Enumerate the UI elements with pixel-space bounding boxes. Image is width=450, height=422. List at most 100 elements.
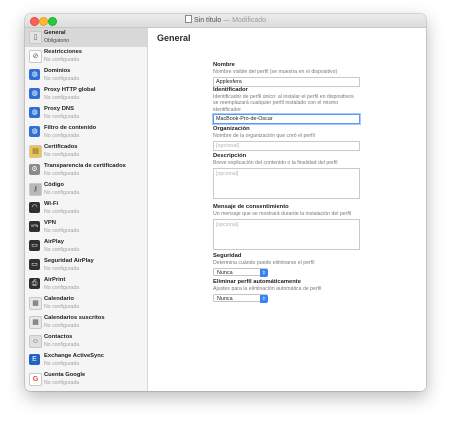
- auto-remove-label: Eliminar perfil automáticamente: [213, 279, 301, 285]
- title-separator: —: [223, 17, 231, 24]
- chevron-up-down-icon: ⇕: [259, 294, 268, 303]
- organization-label: Organización: [213, 126, 250, 132]
- sidebar-item-dominios[interactable]: ◍ Dominios No configurada: [25, 66, 147, 85]
- gear-icon: ⚙: [29, 164, 40, 175]
- wifi-icon: ◠: [29, 202, 40, 213]
- sidebar-item-status: No configurada: [44, 341, 80, 348]
- identifier-label: Identificador: [213, 87, 248, 93]
- name-description: Nombre visible del perfil (se muestra en…: [213, 69, 338, 75]
- sidebar-item-label: AirPrint: [44, 277, 66, 283]
- sidebar-item-label: General: [44, 30, 66, 36]
- vpn-icon: VPN: [29, 221, 40, 232]
- consent-field-group: Mensaje de consentimiento Un mensaje que…: [213, 204, 360, 250]
- description-textarea[interactable]: [opcional]: [213, 167, 360, 199]
- sidebar-item-proxy-dns[interactable]: ◍ Proxy DNS No configurada: [25, 104, 147, 123]
- sidebar-item-label: Cuenta Google: [44, 372, 86, 378]
- auto-remove-select-value: Nunca: [217, 296, 233, 303]
- printer-icon: ⎙: [29, 278, 40, 289]
- name-label: Nombre: [213, 62, 235, 68]
- key-icon: ⚷: [29, 183, 42, 196]
- calendar-icon: ▦: [29, 297, 42, 310]
- content-filter-globe-icon: ◍: [29, 126, 40, 137]
- sidebar-item-status: No configurada: [44, 56, 80, 63]
- sidebar-item-transparencia-de-certificados[interactable]: ⚙ Transparencia de certificados No configu…: [25, 161, 147, 180]
- sidebar-item-wi-fi[interactable]: ◠ Wi-Fi No configurada: [25, 199, 147, 218]
- window-title: Sin título — Modificado: [25, 15, 426, 26]
- sidebar-item-label: Wi-Fi: [44, 201, 59, 207]
- organization-field-group: Organización Nombre de la organización q…: [213, 126, 360, 151]
- sidebar-item-airprint[interactable]: ⎙ AirPrint No configurada: [25, 275, 147, 294]
- contacts-icon: ☺: [29, 335, 42, 348]
- sidebar-item-status: No configurada: [44, 94, 80, 101]
- sidebar-item-restricciones[interactable]: ⊘ Restricciones No configurada: [25, 47, 147, 66]
- security-select-value: Nunca: [217, 270, 233, 277]
- sidebar-item-label: Calendario: [44, 296, 74, 302]
- name-input[interactable]: Applesfera: [213, 76, 360, 87]
- sidebar-item-calendario[interactable]: ▦ Calendario No configurada: [25, 294, 147, 313]
- profile-window: Sin título — Modificado ▯ General Obligato…: [25, 14, 426, 391]
- sidebar-item-vpn[interactable]: VPN VPN No configurada: [25, 218, 147, 237]
- sidebar-item-status: No configurada: [44, 170, 80, 177]
- exchange-icon: E: [29, 354, 40, 365]
- sidebar-item-status: No configurada: [44, 227, 80, 234]
- security-field-group: Seguridad Determina cuándo puede elimina…: [213, 253, 360, 277]
- identifier-field-group: Identificador Identificador de perfil ún…: [213, 87, 360, 125]
- airplay-security-icon: ▭: [29, 259, 40, 270]
- consent-textarea[interactable]: [opcional]: [213, 218, 360, 250]
- sidebar-item-status: No configurada: [44, 75, 80, 82]
- payload-sidebar[interactable]: ▯ General Obligatorio ⊘ Restricciones No conf…: [25, 28, 148, 391]
- sidebar-item-status: No configurada: [44, 379, 80, 386]
- sidebar-item-status: No configurada: [44, 113, 80, 120]
- sidebar-item-label: Restricciones: [44, 49, 83, 55]
- sidebar-item-exchange-activesync[interactable]: E Exchange ActiveSync No configurada: [25, 351, 147, 370]
- sidebar-item-label: VPN: [44, 220, 56, 226]
- certificate-icon: ▤: [29, 145, 42, 158]
- sidebar-item-seguridad-airplay[interactable]: ▭ Seguridad AirPlay No configurada: [25, 256, 147, 275]
- domains-globe-icon: ◍: [29, 69, 40, 80]
- document-icon: [184, 15, 192, 23]
- sidebar-item-status: No configurada: [44, 322, 80, 329]
- auto-remove-select[interactable]: Nunca ⇕: [213, 294, 268, 303]
- description-label: Descripción: [213, 153, 247, 159]
- sidebar-item-label: AirPlay: [44, 239, 64, 245]
- phone-settings-icon: ▯: [29, 31, 42, 44]
- sidebar-item-status: No configurada: [44, 189, 80, 196]
- window-title-text: Sin título: [193, 17, 222, 24]
- sidebar-item-certificados[interactable]: ▤ Certificados No configurada: [25, 142, 147, 161]
- sidebar-item-label: Exchange ActiveSync: [44, 353, 105, 359]
- identifier-description: Identificador de perfil único: al instal…: [213, 94, 354, 113]
- sidebar-item-status: Obligatorio: [44, 37, 70, 44]
- security-label: Seguridad: [213, 253, 242, 259]
- titlebar: Sin título — Modificado: [25, 14, 426, 28]
- description-field-group: Descripción Breve explicación del conten…: [213, 153, 360, 199]
- sidebar-item-filtro-de-contenido[interactable]: ◍ Filtro de contenido No configurada: [25, 123, 147, 142]
- sidebar-item-status: No configurada: [44, 265, 80, 272]
- auto-remove-description: Ajustes para la eliminación automática d…: [213, 286, 322, 292]
- security-select[interactable]: Nunca ⇕: [213, 268, 268, 277]
- sidebar-item-proxy-http-global[interactable]: ◍ Proxy HTTP global No configurada: [25, 85, 147, 104]
- consent-description: Un mensaje que se mostrará durante la in…: [213, 211, 352, 217]
- proxy-globe-icon: ◍: [29, 88, 40, 99]
- sidebar-item-label: Seguridad AirPlay: [44, 258, 94, 264]
- name-field-group: Nombre Nombre visible del perfil (se mue…: [213, 62, 360, 87]
- security-description: Determina cuándo puede eliminarse el per…: [213, 260, 315, 266]
- restrictions-icon: ⊘: [29, 50, 42, 63]
- sidebar-item-status: No configurada: [44, 208, 80, 215]
- sidebar-item-cuenta-google[interactable]: G Cuenta Google No configurada: [25, 370, 147, 389]
- sidebar-item-status: No configurada: [44, 360, 80, 367]
- sidebar-item-airplay[interactable]: ▭ AirPlay No configurada: [25, 237, 147, 256]
- sidebar-item-status: No configurada: [44, 284, 80, 291]
- window-status: Modificado: [232, 17, 266, 24]
- sidebar-item-general[interactable]: ▯ General Obligatorio: [25, 28, 147, 47]
- auto-remove-field-group: Eliminar perfil automáticamente Ajustes …: [213, 279, 360, 303]
- sidebar-item-contactos[interactable]: ☺ Contactos No configurada: [25, 332, 147, 351]
- sidebar-item-calendarios-suscritos[interactable]: ▦ Calendarios suscritos No configurada: [25, 313, 147, 332]
- description-description: Breve explicación del contenido o la fin…: [213, 160, 338, 166]
- identifier-input[interactable]: MacBook-Pro-de-Oscar: [213, 114, 360, 125]
- sidebar-item-codigo[interactable]: ⚷ Código No configurada: [25, 180, 147, 199]
- sidebar-item-label: Dominios: [44, 68, 71, 74]
- organization-input[interactable]: [opcional]: [213, 140, 360, 151]
- sidebar-item-label: Transparencia de certificados: [44, 163, 126, 169]
- google-icon: G: [29, 373, 42, 386]
- sidebar-item-label: Filtro de contenido: [44, 125, 97, 131]
